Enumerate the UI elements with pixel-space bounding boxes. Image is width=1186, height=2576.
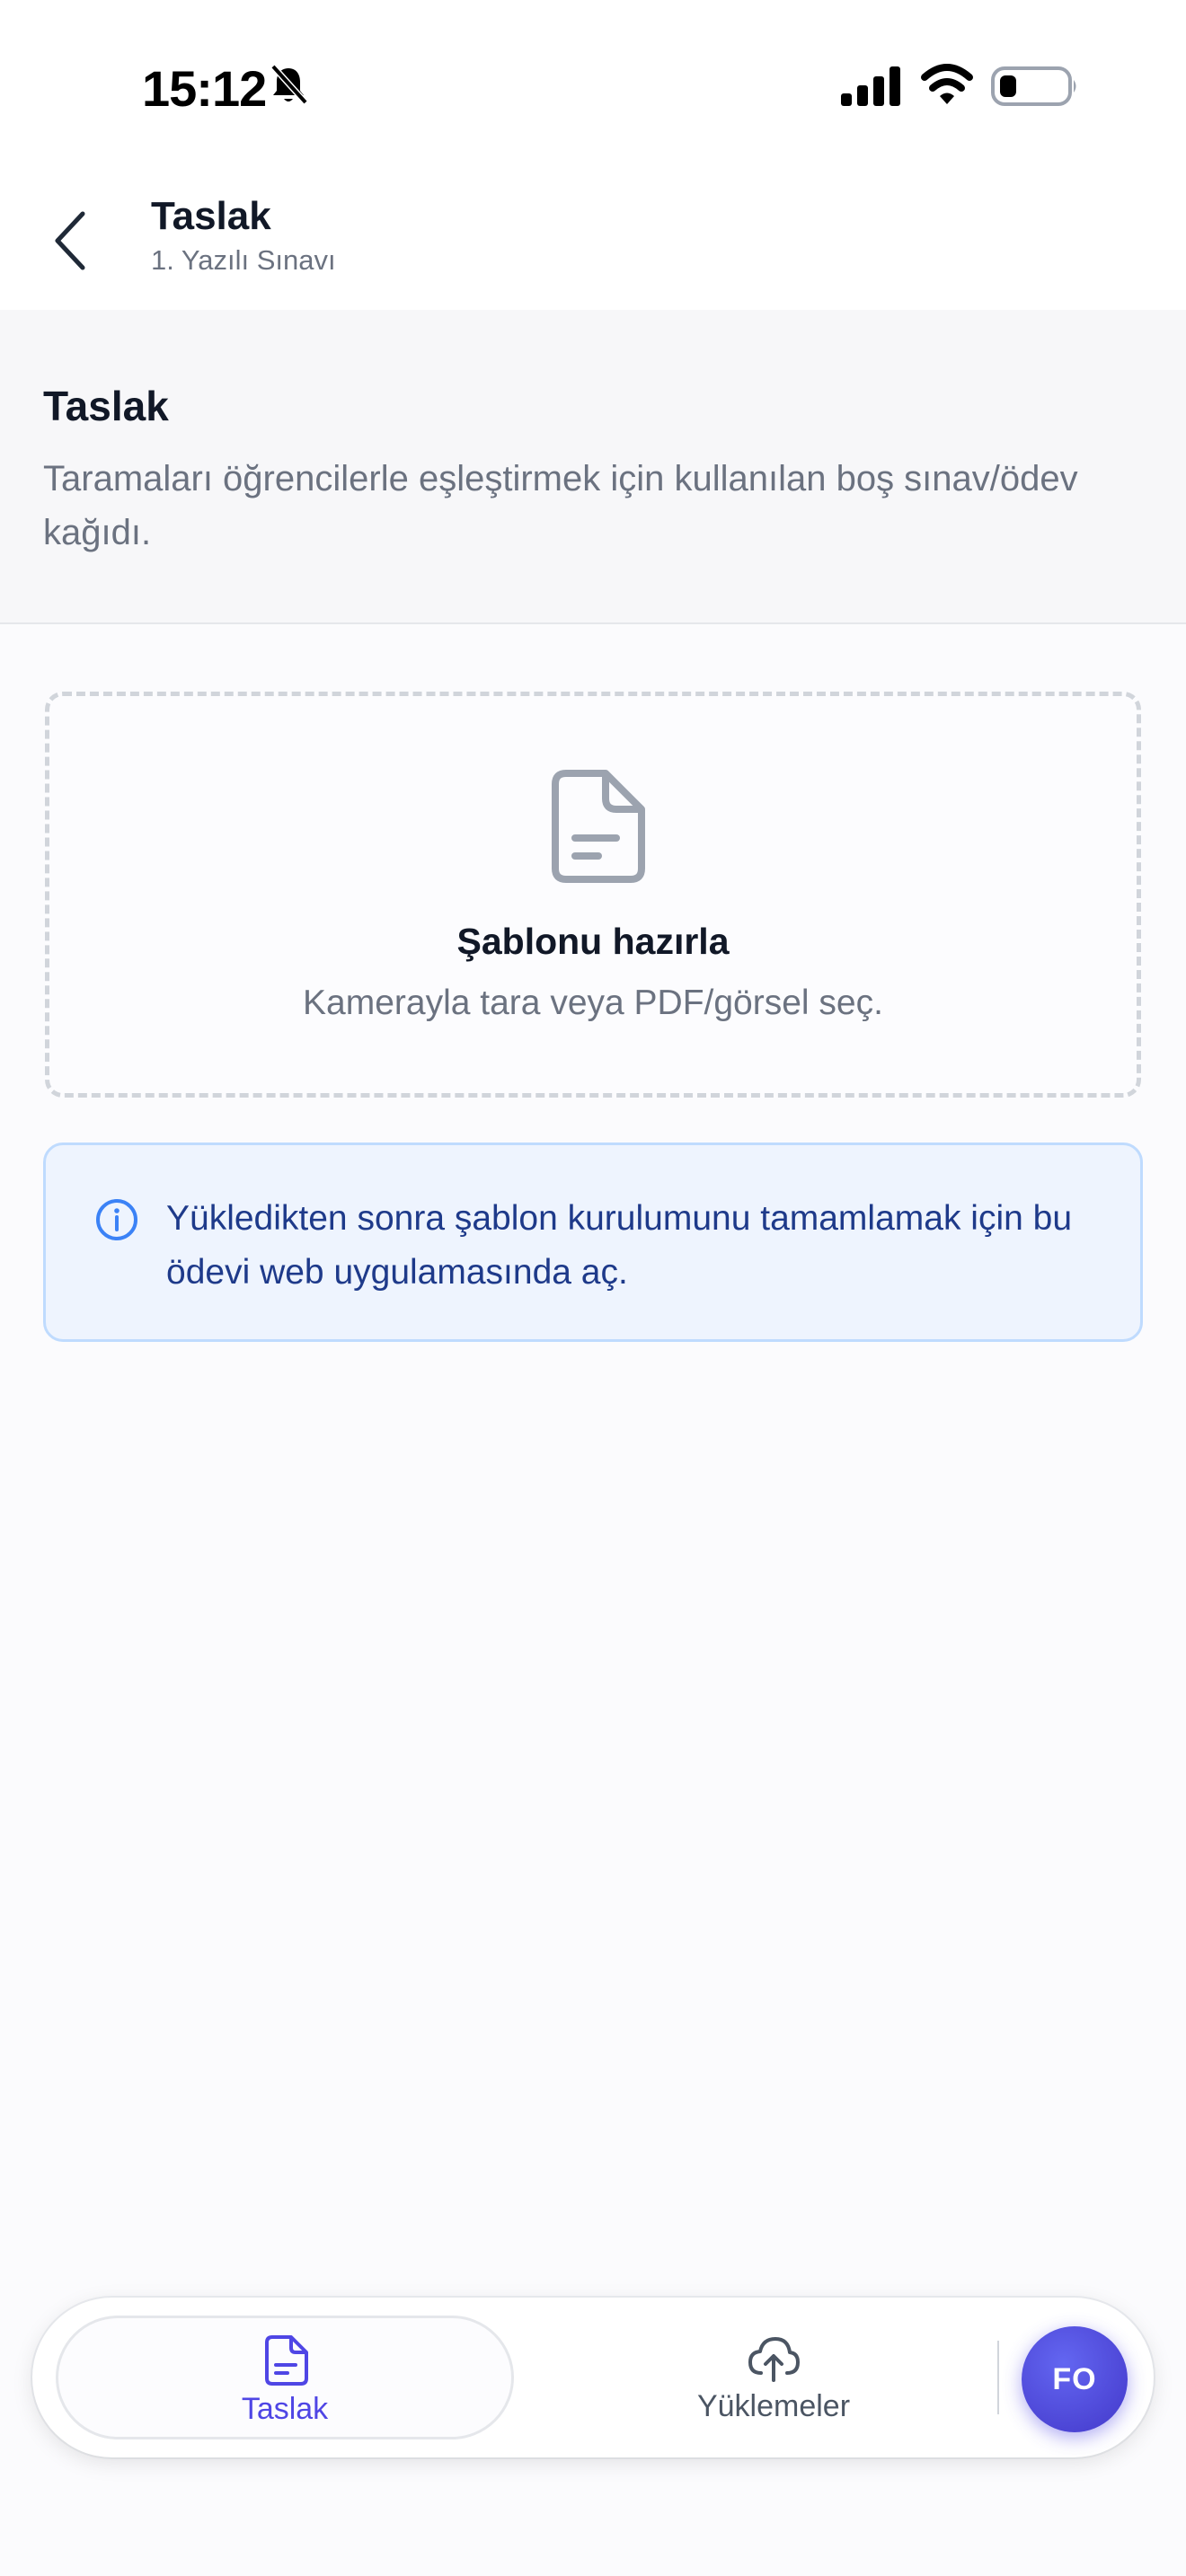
bell-muted-icon	[270, 64, 308, 105]
info-icon	[96, 1199, 137, 1240]
section-intro: Taslak Taramaları öğrencilerle eşleştirm…	[0, 310, 1186, 624]
tab-taslak[interactable]: Taslak	[56, 2316, 514, 2439]
app-header: Taslak 1. Yazılı Sınavı	[0, 171, 1186, 310]
cellular-signal-icon	[841, 66, 900, 106]
info-callout: Yükledikten sonra şablon kurulumunu tama…	[43, 1142, 1143, 1342]
tab-label-taslak: Taslak	[241, 2392, 329, 2426]
document-icon	[552, 770, 645, 883]
back-chevron-icon[interactable]	[49, 207, 93, 275]
tab-yuklemeler[interactable]: Yüklemeler	[544, 2316, 1003, 2439]
bottom-navigation: Taslak Yüklemeler FO	[32, 2298, 1154, 2457]
template-upload-card[interactable]: Şablonu hazırla Kamerayla tara veya PDF/…	[45, 692, 1141, 1098]
upload-subtitle: Kamerayla tara veya PDF/görsel seç.	[303, 984, 883, 1022]
status-time: 15:12	[142, 60, 267, 117]
avatar[interactable]: FO	[1022, 2326, 1128, 2432]
document-icon	[265, 2335, 308, 2386]
cloud-upload-icon	[748, 2337, 800, 2382]
wifi-icon	[921, 64, 973, 104]
page-title: Taslak	[151, 194, 271, 238]
battery-icon	[991, 66, 1076, 106]
section-description: Taramaları öğrencilerle eşleştirmek için…	[43, 459, 1078, 552]
info-text: Yükledikten sonra şablon kurulumunu tama…	[166, 1199, 1073, 1292]
screen: 15:12 Taslak 1. Yazılı Sınavı Taslak Tar…	[0, 0, 1186, 2576]
nav-divider	[997, 2341, 999, 2414]
section-title: Taslak	[43, 383, 169, 429]
status-bar: 15:12	[0, 0, 1186, 171]
page-subtitle: 1. Yazılı Sınavı	[151, 244, 336, 276]
tab-label-yuklemeler: Yüklemeler	[696, 2389, 851, 2423]
upload-title: Şablonu hazırla	[456, 921, 730, 962]
